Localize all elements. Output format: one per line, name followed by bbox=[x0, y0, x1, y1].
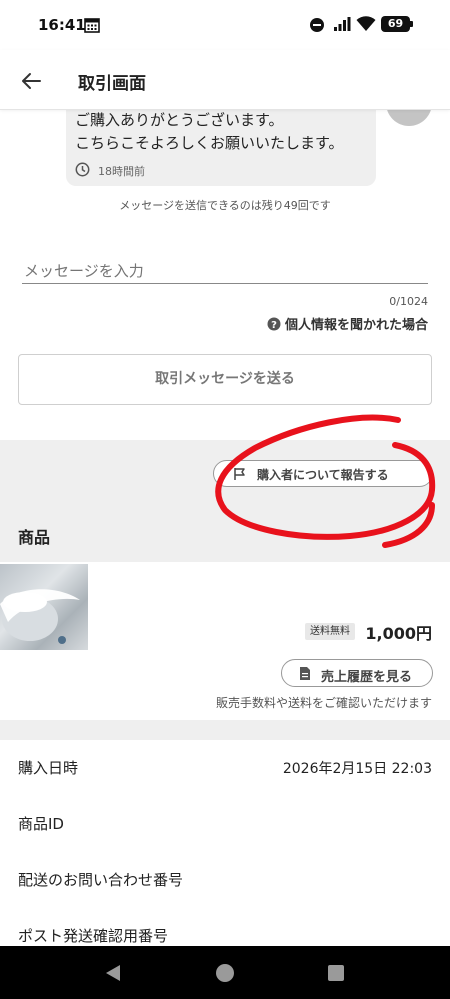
message-line-2: こちらこそよろしくお願いいたします。 bbox=[75, 134, 344, 152]
report-buyer-label: 購入者について報告する bbox=[257, 468, 389, 482]
help-icon: ? bbox=[267, 317, 281, 331]
section-divider bbox=[0, 720, 450, 740]
purchase-date-value: 2026年2月15日 22:03 bbox=[282, 761, 432, 777]
report-buyer-button[interactable]: 購入者について報告する bbox=[213, 460, 433, 487]
fee-note: 販売手数料や送料をご確認いただけます bbox=[215, 696, 432, 710]
report-section bbox=[0, 440, 450, 562]
nav-home-icon[interactable] bbox=[215, 963, 235, 983]
page-title: 取引画面 bbox=[78, 74, 146, 94]
wifi-icon bbox=[356, 16, 376, 31]
product-thumbnail[interactable] bbox=[0, 564, 88, 650]
product-section-title: 商品 bbox=[18, 528, 51, 547]
sales-history-label: 売上履歴を見る bbox=[321, 670, 413, 685]
purchase-date-label: 購入日時 bbox=[18, 759, 79, 777]
sales-history-button[interactable]: 売上履歴を見る bbox=[281, 659, 433, 687]
signal-icon bbox=[334, 17, 351, 31]
send-message-button[interactable]: 取引メッセージを送る bbox=[18, 354, 432, 405]
privacy-help-link[interactable]: ? 個人情報を聞かれた場合 bbox=[267, 314, 428, 333]
message-timestamp: 18時間前 bbox=[98, 165, 145, 178]
back-arrow-icon[interactable] bbox=[20, 70, 42, 92]
message-input[interactable] bbox=[22, 258, 428, 284]
flag-icon bbox=[234, 468, 245, 480]
status-time: 16:41 bbox=[38, 16, 86, 34]
system-nav-bar bbox=[0, 946, 450, 999]
tracking-number-label: 配送のお問い合わせ番号 bbox=[18, 871, 184, 889]
product-price: 1,000円 bbox=[365, 624, 432, 643]
remaining-messages-notice: メッセージを送信できるのは残り49回です bbox=[119, 199, 331, 212]
character-counter: 0/1024 bbox=[389, 295, 428, 308]
post-confirmation-label: ポスト発送確認用番号 bbox=[18, 927, 169, 945]
privacy-help-label: 個人情報を聞かれた場合 bbox=[284, 318, 428, 333]
free-shipping-badge: 送料無料 bbox=[305, 623, 355, 640]
product-image bbox=[0, 589, 80, 644]
clock-icon bbox=[75, 162, 90, 177]
nav-recents-icon[interactable] bbox=[327, 964, 345, 982]
product-id-label: 商品ID bbox=[18, 815, 64, 833]
app-bar: 取引画面 bbox=[0, 50, 450, 110]
document-icon bbox=[300, 667, 310, 680]
dnd-icon bbox=[310, 18, 324, 32]
calendar-icon bbox=[84, 18, 100, 33]
battery-level: 69 bbox=[387, 17, 404, 30]
battery-tip bbox=[410, 21, 413, 27]
svg-text:?: ? bbox=[271, 320, 277, 331]
status-bar: 16:41 69 bbox=[0, 0, 450, 50]
battery-icon: 69 bbox=[381, 16, 410, 32]
message-line-1: ご購入ありがとうございます。 bbox=[75, 111, 284, 129]
nav-back-icon[interactable] bbox=[104, 964, 122, 982]
